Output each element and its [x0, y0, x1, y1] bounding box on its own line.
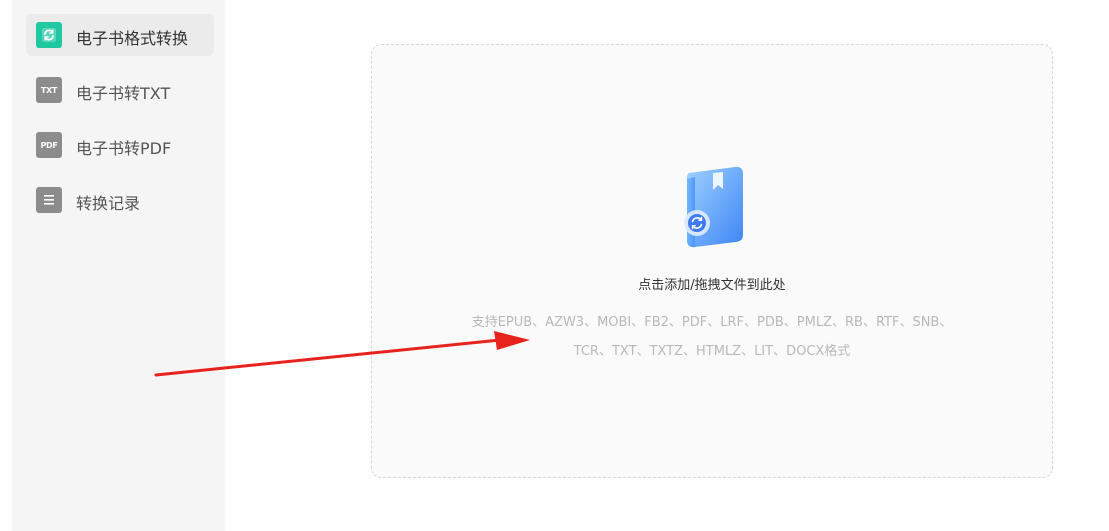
sidebar-item-label: 电子书格式转换	[76, 29, 189, 48]
dropzone-prompt: 点击添加/拖拽文件到此处	[638, 278, 786, 293]
txt-file-icon: TXT	[36, 77, 62, 103]
refresh-book-icon	[36, 22, 62, 48]
sidebar: 电子书格式转换 TXT 电子书转TXT PDF 电子书转PDF 转换记录	[12, 0, 225, 531]
book-convert-icon	[673, 163, 753, 253]
sidebar-item-to-pdf[interactable]: PDF 电子书转PDF	[26, 124, 214, 166]
sidebar-item-label: 转换记录	[76, 194, 141, 213]
pdf-file-icon: PDF	[36, 132, 62, 158]
sidebar-item-history[interactable]: 转换记录	[26, 179, 214, 221]
sidebar-item-to-txt[interactable]: TXT 电子书转TXT	[26, 69, 214, 111]
sidebar-item-label: 电子书转TXT	[76, 84, 171, 103]
sidebar-item-label: 电子书转PDF	[76, 139, 172, 158]
supported-formats-line-1: 支持EPUB、AZW3、MOBI、FB2、PDF、LRF、PDB、PMLZ、RB…	[471, 315, 953, 330]
file-dropzone[interactable]: 点击添加/拖拽文件到此处 支持EPUB、AZW3、MOBI、FB2、PDF、LR…	[371, 44, 1053, 478]
supported-formats-line-2: TCR、TXT、TXTZ、HTMLZ、LIT、DOCX格式	[573, 344, 851, 359]
sidebar-item-format-convert[interactable]: 电子书格式转换	[26, 14, 214, 56]
document-list-icon	[36, 187, 62, 213]
pdf-badge-text: PDF	[40, 140, 58, 150]
window-edge	[0, 0, 12, 531]
txt-badge-text: TXT	[40, 85, 58, 95]
